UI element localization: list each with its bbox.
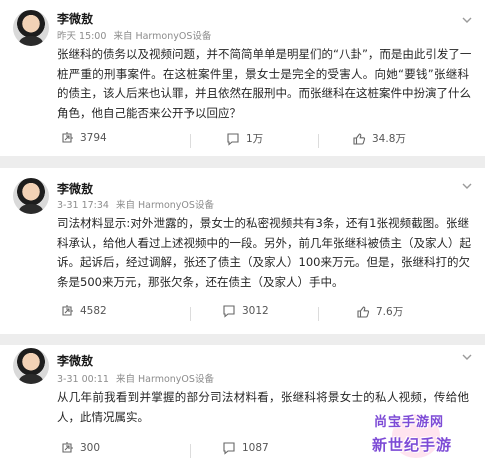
avatar[interactable] bbox=[13, 178, 49, 214]
weibo-feed: 李微敖 昨天 15:00 来自 HarmonyOS设备 张继科的债务以及视频问题… bbox=[0, 0, 485, 464]
post-time: 3-31 17:34 bbox=[57, 200, 109, 211]
repost-button[interactable]: 300 bbox=[60, 441, 100, 455]
like-button[interactable]: 7.6万 bbox=[356, 304, 403, 319]
comment-icon bbox=[223, 442, 235, 455]
post-content: 司法材料显示:对外泄露的，景女士的私密视频共有3条，还有1张视频截图。张继 科承… bbox=[57, 214, 471, 292]
chevron-down-icon[interactable] bbox=[461, 180, 473, 192]
chevron-down-icon[interactable] bbox=[461, 14, 473, 26]
separator bbox=[318, 134, 319, 148]
content-line: 桩严重的刑事案件。在这桩案件里，景女士是完全的受害人。向她“要钱”张继科 bbox=[57, 66, 469, 81]
content-line: 条是500来万元，那张欠条，还在债主（及家人）手中。 bbox=[57, 274, 344, 289]
content-line: 诉。起诉后，经过调解，张还了债主（及家人）100来万元。但是，张继科打的欠 bbox=[57, 255, 470, 270]
post-content: 张继科的债务以及视频问题，并不简简单单是明星们的“八卦”，而是由此引发了一 桩严… bbox=[57, 45, 472, 123]
post-card: 李微敖 3-31 17:34 来自 HarmonyOS设备 司法材料显示:对外泄… bbox=[0, 168, 485, 334]
repost-button[interactable]: 4582 bbox=[60, 304, 107, 318]
thumbs-up-icon bbox=[353, 132, 366, 145]
content-line: 司法材料显示:对外泄露的，景女士的私密视频共有3条，还有1张视频截图。张继 bbox=[57, 216, 469, 230]
comment-button[interactable]: 1万 bbox=[226, 131, 263, 146]
content-line: 角色，他自己能否来公开予以回应？ bbox=[57, 105, 241, 120]
separator bbox=[190, 134, 191, 148]
repost-icon bbox=[62, 132, 73, 143]
post-meta: 3-31 00:11 来自 HarmonyOS设备 bbox=[57, 371, 218, 385]
comment-count: 1万 bbox=[246, 133, 264, 145]
content-line: 张继科的债务以及视频问题，并不简简单单是明星们的“八卦”，而是由此引发了一 bbox=[57, 47, 472, 61]
post-source: 来自 HarmonyOS设备 bbox=[116, 374, 214, 385]
author-name[interactable]: 李微敖 bbox=[57, 10, 93, 27]
author-name[interactable]: 李微敖 bbox=[57, 352, 93, 369]
repost-icon bbox=[62, 305, 73, 316]
repost-count: 3794 bbox=[80, 132, 107, 144]
content-line: 的债主，该人后来也认罪，并且依然在服刑中。而张继科在这桩案件中扮演了什么 bbox=[57, 86, 471, 101]
watermark-line: 尚宝手游网 bbox=[374, 415, 445, 430]
content-line: 科承认，给他人看过上述视频中的一段。另外，前几年张继科被债主（及家人）起 bbox=[57, 235, 471, 250]
separator bbox=[190, 444, 191, 458]
post-time: 昨天 15:00 bbox=[57, 31, 107, 42]
comment-button[interactable]: 1087 bbox=[222, 441, 269, 455]
author-name[interactable]: 李微敖 bbox=[57, 180, 93, 197]
repost-count: 300 bbox=[80, 442, 101, 454]
watermark-line: 新世纪手游 bbox=[372, 436, 453, 454]
action-bar: 3794 1万 34.8万 bbox=[0, 131, 485, 151]
avatar[interactable] bbox=[13, 348, 49, 384]
action-bar: 4582 3012 7.6万 bbox=[0, 304, 485, 324]
watermark-text: 尚宝手游网 新世纪手游 bbox=[370, 412, 482, 456]
post-card: 李微敖 昨天 15:00 来自 HarmonyOS设备 张继科的债务以及视频问题… bbox=[0, 0, 485, 156]
comment-button[interactable]: 3012 bbox=[222, 304, 269, 318]
avatar[interactable] bbox=[13, 10, 49, 46]
repost-icon bbox=[62, 442, 73, 453]
thumbs-up-icon bbox=[357, 305, 370, 318]
post-meta: 3-31 17:34 来自 HarmonyOS设备 bbox=[57, 197, 218, 211]
separator bbox=[190, 307, 191, 321]
repost-count: 4582 bbox=[80, 305, 107, 317]
comment-count: 3012 bbox=[242, 305, 269, 317]
repost-button[interactable]: 3794 bbox=[60, 131, 107, 145]
separator bbox=[318, 307, 319, 321]
like-button[interactable]: 34.8万 bbox=[352, 131, 406, 146]
post-meta: 昨天 15:00 来自 HarmonyOS设备 bbox=[57, 28, 215, 42]
post-source: 来自 HarmonyOS设备 bbox=[116, 200, 214, 211]
post-source: 来自 HarmonyOS设备 bbox=[113, 31, 212, 42]
comment-count: 1087 bbox=[242, 442, 269, 454]
post-time: 3-31 00:11 bbox=[57, 374, 109, 385]
like-count: 7.6万 bbox=[376, 306, 404, 318]
comment-icon bbox=[227, 132, 239, 146]
comment-icon bbox=[223, 305, 235, 318]
watermark: 尚宝手游网 新世纪手游 bbox=[370, 412, 482, 462]
chevron-down-icon[interactable] bbox=[461, 351, 473, 363]
like-count: 34.8万 bbox=[372, 133, 406, 145]
content-line: 从几年前我看到并掌握的部分司法材料看，张继科将景女士的私人视频，传给他 bbox=[57, 390, 469, 404]
